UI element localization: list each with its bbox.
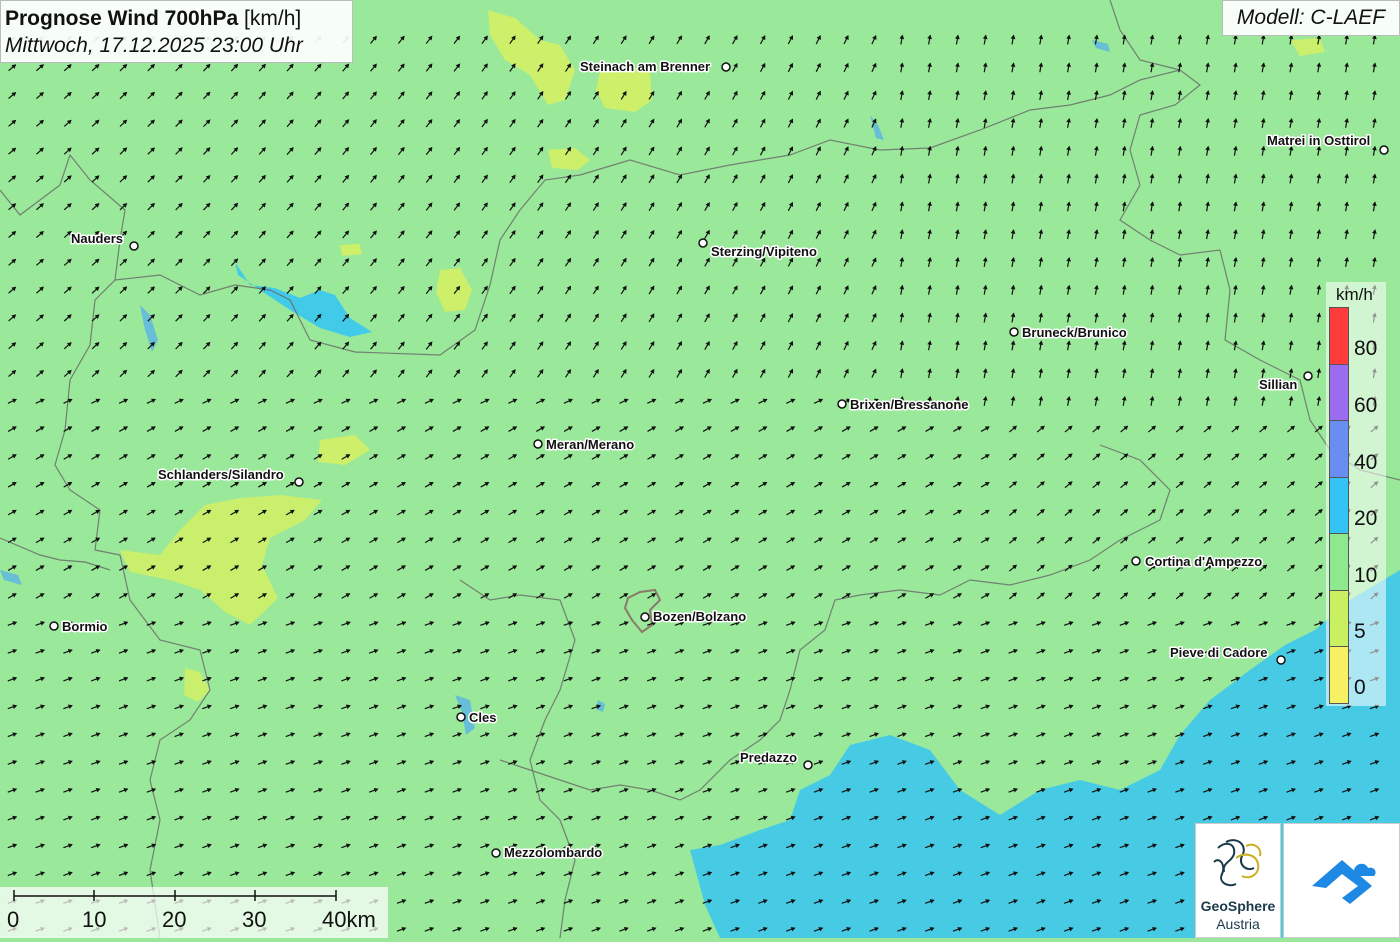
legend-label-0: 0 (1354, 676, 1366, 699)
city-marker[interactable] (456, 712, 466, 722)
legend-color-bar (1329, 589, 1349, 648)
city-label[interactable]: Bozen/Bolzano (652, 608, 748, 626)
city-label[interactable]: Predazzo (739, 749, 799, 767)
legend-label-60: 60 (1354, 394, 1378, 417)
legend-color-bar (1329, 363, 1349, 422)
legend-color-bar (1329, 646, 1349, 704)
city-marker[interactable] (1303, 371, 1313, 381)
geosphere-logo-name: GeoSphere (1200, 898, 1276, 914)
city-label[interactable]: Meran/Merano (545, 436, 636, 454)
city-label[interactable]: Schlanders/Silandro (157, 466, 286, 484)
scale-bar-line (13, 890, 337, 901)
city-label[interactable]: Cles (468, 709, 498, 727)
city-label[interactable]: Pieve di Cadore (1169, 644, 1270, 662)
city-marker[interactable] (294, 477, 304, 487)
city-label[interactable]: Brixen/Bressanone (849, 396, 971, 414)
city-label[interactable]: Sillian (1258, 376, 1299, 394)
scale-label-0: 0 (7, 907, 20, 932)
weather-app-logo[interactable] (1283, 823, 1400, 938)
map-subtitle: Mittwoch, 17.12.2025 23:00 Uhr (5, 34, 303, 57)
map-title-main: Prognose Wind 700hPa (5, 7, 239, 30)
city-marker[interactable] (491, 848, 501, 858)
city-marker[interactable] (1379, 145, 1389, 155)
city-label[interactable]: Mezzolombardo (503, 844, 604, 862)
legend-color-bar (1329, 307, 1349, 365)
city-marker[interactable] (698, 238, 708, 248)
legend-color-bar (1329, 420, 1349, 478)
scale-label-40: 40km (322, 907, 376, 932)
model-label: Modell: C-LAEF (1222, 0, 1400, 36)
map-title-box: Prognose Wind 700hPa [km/h] Mittwoch, 17… (0, 0, 353, 63)
legend-label-20: 20 (1354, 507, 1378, 530)
city-label[interactable]: Sterzing/Vipiteno (710, 243, 819, 261)
city-label[interactable]: Steinach am Brenner (579, 58, 712, 76)
legend-color-bar (1329, 533, 1349, 591)
city-marker[interactable] (129, 241, 139, 251)
legend-color-bar (1329, 476, 1349, 535)
geosphere-logo-icon (1213, 839, 1262, 887)
city-marker[interactable] (640, 612, 650, 622)
city-label[interactable]: Cortina d'Ampezzo (1144, 553, 1264, 571)
city-label[interactable]: Bormio (61, 618, 110, 636)
city-marker[interactable] (1131, 556, 1141, 566)
city-marker[interactable] (837, 399, 847, 409)
legend-label-10: 10 (1354, 564, 1378, 587)
legend-label-80: 80 (1354, 337, 1378, 360)
geosphere-logo-country: Austria (1216, 916, 1260, 932)
wind-map[interactable]: Steinach am Brenner Matrei in Osttirol Nau… (0, 0, 1400, 938)
city-label[interactable]: Matrei in Osttirol (1266, 132, 1372, 150)
city-label[interactable]: Bruneck/Brunico (1021, 324, 1129, 342)
geosphere-logo[interactable]: GeoSphere Austria (1195, 823, 1281, 938)
city-marker[interactable] (803, 760, 813, 770)
city-marker[interactable] (49, 621, 59, 631)
scale-label-10: 10 (82, 907, 107, 932)
legend-label-40: 40 (1354, 451, 1378, 474)
city-marker[interactable] (1276, 655, 1286, 665)
map-title: Prognose Wind 700hPa [km/h] (5, 5, 352, 32)
wind-area-5-10 (340, 244, 362, 256)
scale-bar: 0 10 20 30 40km (0, 887, 388, 938)
legend-label-5: 5 (1354, 620, 1366, 643)
map-title-unit: [km/h] (238, 7, 302, 30)
scale-label-30: 30 (242, 907, 267, 932)
legend: km/h 80 60 40 20 10 5 0 (1326, 282, 1386, 706)
city-marker[interactable] (721, 62, 731, 72)
scale-label-20: 20 (162, 907, 187, 932)
legend-unit: km/h (1336, 285, 1373, 304)
city-marker[interactable] (533, 439, 543, 449)
city-marker[interactable] (1009, 327, 1019, 337)
weather-app-logo-icon (1312, 860, 1376, 904)
city-label[interactable]: Nauders (70, 230, 125, 248)
